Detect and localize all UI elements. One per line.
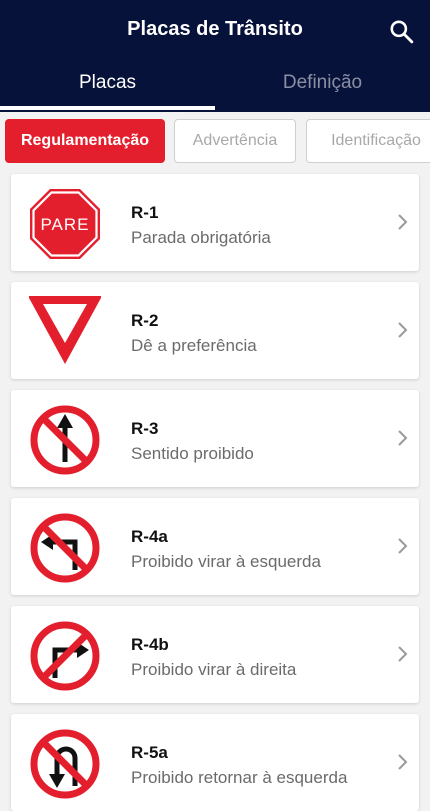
sign-description: Dê a preferência xyxy=(131,336,257,355)
tab-placas[interactable]: Placas xyxy=(0,72,215,102)
stop-sign-icon: PARE xyxy=(30,189,100,259)
no-right-turn-sign-icon xyxy=(30,621,100,691)
sign-code: R-4a xyxy=(131,527,168,546)
no-left-turn-sign-icon xyxy=(30,513,100,583)
yield-sign-icon xyxy=(29,296,101,364)
sign-code: R-4b xyxy=(131,635,169,654)
sign-code: R-1 xyxy=(131,203,159,222)
app-bar: Placas de Trânsito Placas Definição xyxy=(0,0,430,112)
chevron-right-icon xyxy=(398,322,408,338)
filter-advertencia[interactable]: Advertência xyxy=(174,119,296,163)
category-filters: Regulamentação Advertência Identificação xyxy=(0,118,430,164)
chevron-right-icon xyxy=(398,214,408,230)
stop-sign-text: PARE xyxy=(40,215,89,234)
filter-regulamentacao[interactable]: Regulamentação xyxy=(5,119,165,163)
sign-code: R-3 xyxy=(131,419,159,438)
sign-description: Proibido virar à esquerda xyxy=(131,552,321,571)
list-item[interactable]: R-5a Proibido retornar à esquerda xyxy=(11,714,419,811)
chevron-right-icon xyxy=(398,646,408,662)
tab-indicator xyxy=(0,106,215,110)
list-item[interactable]: R-3 Sentido proibido xyxy=(11,390,419,487)
sign-code: R-2 xyxy=(131,311,159,330)
sign-code: R-5a xyxy=(131,743,168,762)
sign-description: Proibido retornar à esquerda xyxy=(131,768,348,787)
chevron-right-icon xyxy=(398,430,408,446)
chevron-right-icon xyxy=(398,538,408,554)
sign-description: Sentido proibido xyxy=(131,444,254,463)
sign-description: Parada obrigatória xyxy=(131,228,271,247)
sign-description: Proibido virar à direita xyxy=(131,660,297,679)
list-item[interactable]: R-2 Dê a preferência xyxy=(11,282,419,379)
search-icon[interactable] xyxy=(388,18,414,44)
list-item[interactable]: PARE R-1 Parada obrigatória xyxy=(11,174,419,271)
filter-identificacao[interactable]: Identificação xyxy=(306,119,430,163)
no-u-turn-sign-icon xyxy=(30,729,100,799)
chevron-right-icon xyxy=(398,754,408,770)
no-entry-sign-icon xyxy=(30,405,100,475)
tab-definicao[interactable]: Definição xyxy=(215,72,430,102)
page-title: Placas de Trânsito xyxy=(127,18,303,40)
list-item[interactable]: R-4a Proibido virar à esquerda xyxy=(11,498,419,595)
list-item[interactable]: R-4b Proibido virar à direita xyxy=(11,606,419,703)
